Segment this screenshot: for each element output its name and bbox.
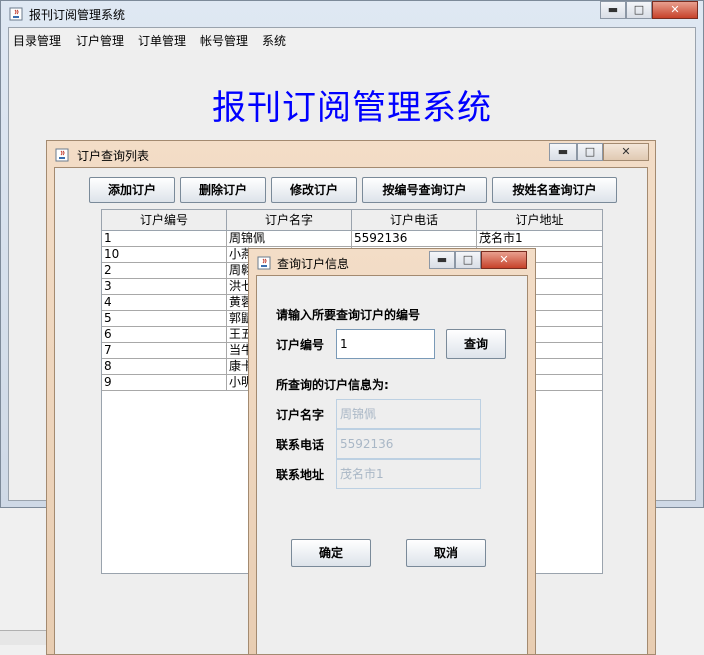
result-heading: 所查询的订户信息为:: [276, 378, 389, 392]
delete-subscriber-button[interactable]: 删除订户: [180, 177, 266, 203]
dialog-title: 查询订户信息: [277, 257, 350, 271]
dialog-maximize-button[interactable]: □: [455, 251, 481, 269]
cell-phone[interactable]: 5592136: [352, 231, 477, 247]
java-cup-icon: [55, 148, 69, 162]
list-titlebar[interactable]: 订户查询列表 ▬ □ ✕: [47, 141, 655, 167]
maximize-icon: □: [633, 3, 645, 16]
phone-field: 5592136: [336, 429, 481, 459]
maximize-button[interactable]: □: [626, 1, 652, 19]
maximize-icon: □: [584, 145, 596, 158]
dialog-client-area: 请输入所要查询订户的编号 订户编号 1 查询 所查询的订户信息为: 订户名字 周…: [256, 275, 528, 654]
close-button[interactable]: ✕: [652, 1, 698, 19]
minimize-icon: ▬: [436, 253, 448, 266]
menu-account[interactable]: 帐号管理: [200, 32, 248, 49]
column-header-name[interactable]: 订户名字: [227, 210, 352, 230]
cell-id[interactable]: 7: [102, 343, 227, 359]
close-icon: ✕: [670, 3, 680, 16]
cell-id[interactable]: 6: [102, 327, 227, 343]
cell-id[interactable]: 5: [102, 311, 227, 327]
horizontal-scrollbar[interactable]: [0, 630, 46, 645]
cell-name[interactable]: 周锦佩: [227, 231, 352, 247]
cell-id[interactable]: 4: [102, 295, 227, 311]
menu-catalog[interactable]: 目录管理: [13, 32, 61, 49]
menu-system[interactable]: 系统: [262, 32, 286, 49]
query-dialog: 查询订户信息 ▬ □ ✕ 请输入所要查询订户的编号 订户编号 1 查询 所查询的…: [248, 248, 536, 655]
dialog-minimize-button[interactable]: ▬: [429, 251, 455, 269]
id-label: 订户编号: [276, 338, 325, 352]
search-by-name-button[interactable]: 按姓名查询订户: [492, 177, 617, 203]
dialog-close-button[interactable]: ✕: [481, 251, 527, 269]
close-icon: ✕: [499, 253, 509, 266]
cell-id[interactable]: 1: [102, 231, 227, 247]
add-subscriber-button[interactable]: 添加订户: [89, 177, 175, 203]
cell-address[interactable]: 茂名市1: [477, 231, 602, 247]
name-label: 订户名字: [276, 408, 325, 422]
phone-label: 联系电话: [276, 438, 325, 452]
query-button[interactable]: 查询: [446, 329, 506, 359]
query-prompt: 请输入所要查询订户的编号: [276, 308, 421, 322]
minimize-icon: ▬: [607, 3, 619, 16]
maximize-icon: □: [462, 253, 474, 266]
close-icon: ✕: [621, 145, 631, 158]
search-by-id-button[interactable]: 按编号查询订户: [362, 177, 487, 203]
cell-id[interactable]: 3: [102, 279, 227, 295]
ok-button[interactable]: 确定: [291, 539, 371, 567]
list-close-button[interactable]: ✕: [603, 143, 649, 161]
subscriber-id-input[interactable]: 1: [336, 329, 435, 359]
cancel-button[interactable]: 取消: [406, 539, 486, 567]
java-cup-icon: [9, 7, 23, 21]
menu-order[interactable]: 订单管理: [138, 32, 186, 49]
edit-subscriber-button[interactable]: 修改订户: [271, 177, 357, 203]
app-heading: 报刊订阅管理系统: [212, 88, 492, 128]
column-header-id[interactable]: 订户编号: [102, 210, 227, 230]
main-title: 报刊订阅管理系统: [29, 8, 126, 22]
list-window-title: 订户查询列表: [77, 149, 150, 163]
table-header: 订户编号 订户名字 订户电话 订户地址: [102, 210, 602, 231]
column-header-address[interactable]: 订户地址: [477, 210, 602, 230]
main-titlebar[interactable]: 报刊订阅管理系统 ▬ □ ✕: [1, 1, 703, 27]
list-maximize-button[interactable]: □: [577, 143, 603, 161]
address-field: 茂名市1: [336, 459, 481, 489]
name-field: 周锦佩: [336, 399, 481, 429]
cell-id[interactable]: 8: [102, 359, 227, 375]
menu-bar: 目录管理 订户管理 订单管理 帐号管理 系统: [9, 28, 695, 50]
java-cup-icon: [257, 256, 271, 270]
cell-id[interactable]: 2: [102, 263, 227, 279]
minimize-icon: ▬: [557, 145, 569, 158]
list-minimize-button[interactable]: ▬: [549, 143, 577, 161]
minimize-button[interactable]: ▬: [600, 1, 626, 19]
column-header-phone[interactable]: 订户电话: [352, 210, 477, 230]
cell-id[interactable]: 10: [102, 247, 227, 263]
cell-id[interactable]: 9: [102, 375, 227, 391]
table-row[interactable]: 1 周锦佩 5592136 茂名市1: [102, 231, 602, 247]
dialog-titlebar[interactable]: 查询订户信息 ▬ □ ✕: [249, 249, 535, 275]
menu-subscriber[interactable]: 订户管理: [76, 32, 124, 49]
address-label: 联系地址: [276, 468, 325, 482]
